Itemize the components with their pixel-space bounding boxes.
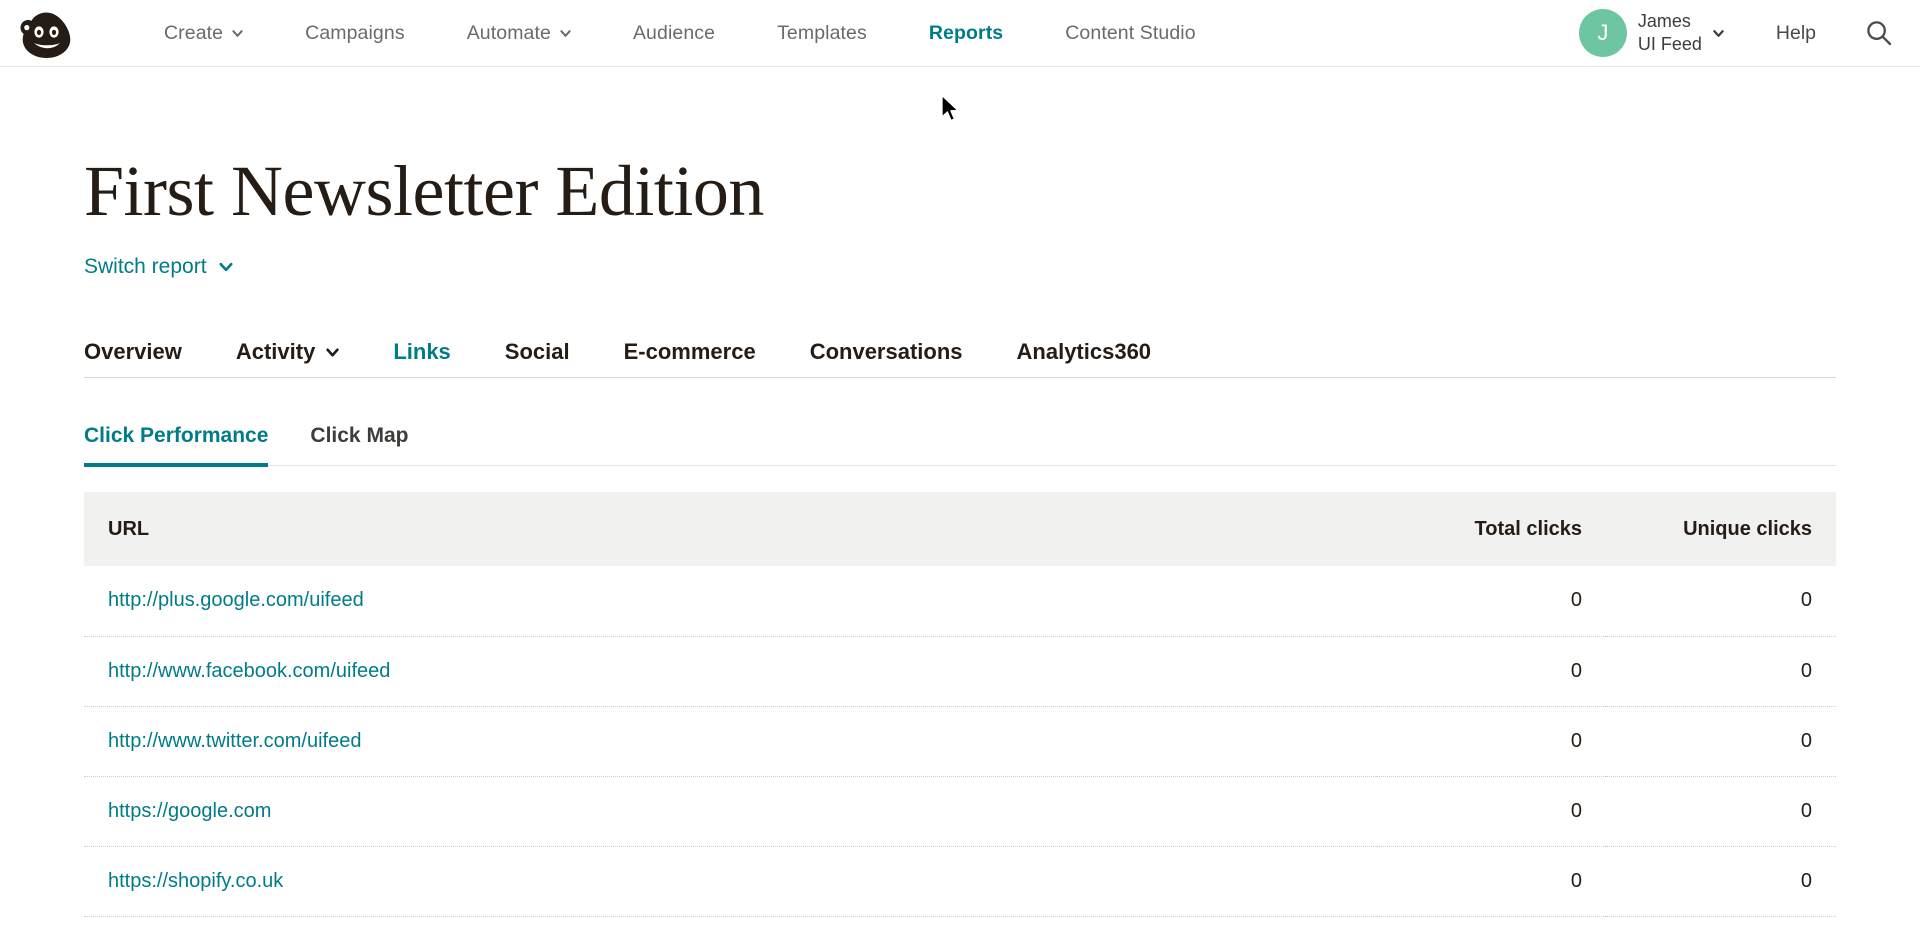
link-url[interactable]: http://www.twitter.com/uifeed bbox=[108, 730, 361, 752]
tab-label: Overview bbox=[84, 339, 182, 364]
subtab-label: Click Map bbox=[310, 424, 409, 447]
table-row: http://www.facebook.com/uifeed 0 0 bbox=[84, 636, 1836, 707]
table-row: http://www.twitter.com/uifeed 0 0 bbox=[84, 706, 1836, 777]
nav-item-automate[interactable]: Automate bbox=[436, 0, 602, 66]
user-name-block: James UI Feed bbox=[1638, 10, 1702, 56]
tab-analytics360[interactable]: Analytics360 bbox=[1017, 339, 1152, 365]
cell-unique-clicks: 0 bbox=[1606, 706, 1836, 777]
help-link[interactable]: Help bbox=[1776, 22, 1816, 45]
nav-item-label: Content Studio bbox=[1065, 21, 1196, 44]
search-icon[interactable] bbox=[1862, 16, 1896, 50]
tab-label: Social bbox=[504, 339, 570, 364]
page-title: First Newsletter Edition bbox=[84, 151, 764, 231]
cell-total-clicks: 0 bbox=[1376, 566, 1606, 637]
table-row: https://google.com 0 0 bbox=[84, 776, 1836, 847]
chevron-down-icon bbox=[326, 346, 340, 359]
switch-report-label: Switch report bbox=[84, 255, 207, 278]
column-header-total-clicks[interactable]: Total clicks bbox=[1376, 492, 1606, 566]
cell-unique-clicks: 0 bbox=[1606, 636, 1836, 707]
user-first-name: James bbox=[1637, 10, 1691, 31]
tab-e-commerce[interactable]: E-commerce bbox=[624, 339, 756, 365]
cell-url: http://plus.google.com/uifeed bbox=[84, 566, 1376, 637]
avatar-initial: J bbox=[1597, 20, 1609, 45]
tab-overview[interactable]: Overview bbox=[84, 339, 182, 365]
avatar: J bbox=[1578, 9, 1627, 57]
nav-item-campaigns[interactable]: Campaigns bbox=[274, 0, 436, 66]
table-header: URL Total clicks Unique clicks bbox=[84, 492, 1836, 566]
cell-url: http://www.twitter.com/uifeed bbox=[84, 706, 1376, 777]
cell-url: http://www.facebook.com/uifeed bbox=[84, 636, 1376, 707]
tab-activity[interactable]: Activity bbox=[235, 339, 340, 365]
nav-item-label: Automate bbox=[466, 21, 551, 44]
page-content: First Newsletter Edition Switch report O… bbox=[0, 155, 1920, 917]
tab-label: Links bbox=[393, 339, 451, 364]
link-url[interactable]: http://www.facebook.com/uifeed bbox=[108, 660, 390, 682]
nav-item-reports[interactable]: Reports bbox=[898, 0, 1034, 66]
nav-item-label: Campaigns bbox=[305, 21, 405, 44]
subtab-label: Click Performance bbox=[84, 424, 269, 447]
chevron-down-icon bbox=[560, 28, 571, 39]
cell-total-clicks: 0 bbox=[1376, 706, 1606, 777]
table-row: http://plus.google.com/uifeed 0 0 bbox=[84, 566, 1836, 637]
cell-unique-clicks: 0 bbox=[1606, 776, 1836, 847]
user-account-name: UI Feed bbox=[1637, 34, 1702, 54]
chevron-down-icon bbox=[1713, 28, 1724, 39]
link-url[interactable]: https://google.com bbox=[108, 800, 271, 822]
nav-item-label: Reports bbox=[928, 21, 1004, 44]
cell-total-clicks: 0 bbox=[1376, 846, 1606, 917]
nav-item-label: Audience bbox=[632, 21, 716, 44]
column-header-unique-clicks[interactable]: Unique clicks bbox=[1606, 492, 1836, 566]
user-account-menu[interactable]: J James UI Feed bbox=[1578, 9, 1724, 57]
tab-conversations[interactable]: Conversations bbox=[810, 339, 963, 365]
chevron-down-icon bbox=[232, 28, 243, 39]
subtab-click-performance[interactable]: Click Performance bbox=[84, 424, 269, 467]
tab-label: E-commerce bbox=[623, 339, 756, 364]
chevron-down-icon bbox=[219, 260, 233, 274]
nav-item-label: Create bbox=[164, 21, 224, 44]
primary-nav-items: Create Campaigns Automate Audience Templ… bbox=[133, 0, 1227, 66]
column-header-url[interactable]: URL bbox=[84, 492, 1376, 566]
tab-links[interactable]: Links bbox=[393, 339, 450, 365]
nav-item-content-studio[interactable]: Content Studio bbox=[1034, 0, 1226, 66]
table-row: https://shopify.co.uk 0 0 bbox=[84, 846, 1836, 917]
tab-label: Conversations bbox=[809, 339, 963, 364]
link-url[interactable]: http://plus.google.com/uifeed bbox=[108, 589, 364, 611]
cell-unique-clicks: 0 bbox=[1606, 846, 1836, 917]
mouse-cursor bbox=[941, 94, 959, 122]
table-body: http://plus.google.com/uifeed 0 0 http:/… bbox=[84, 566, 1836, 917]
tab-social[interactable]: Social bbox=[505, 339, 570, 365]
cell-url: https://google.com bbox=[84, 776, 1376, 847]
nav-item-audience[interactable]: Audience bbox=[602, 0, 746, 66]
report-tabs: Overview Activity Links Social E-commerc… bbox=[84, 339, 1836, 378]
links-sub-tabs: Click Performance Click Map bbox=[84, 424, 1836, 467]
tab-label: Activity bbox=[235, 339, 316, 364]
tab-label: Analytics360 bbox=[1016, 339, 1152, 364]
cell-total-clicks: 0 bbox=[1376, 636, 1606, 707]
subtab-click-map[interactable]: Click Map bbox=[310, 424, 408, 467]
cell-total-clicks: 0 bbox=[1376, 776, 1606, 847]
top-navigation-bar: Create Campaigns Automate Audience Templ… bbox=[0, 0, 1920, 67]
switch-report-dropdown[interactable]: Switch report bbox=[84, 255, 233, 279]
nav-item-templates[interactable]: Templates bbox=[746, 0, 898, 66]
table-header-row: URL Total clicks Unique clicks bbox=[84, 492, 1836, 566]
link-url[interactable]: https://shopify.co.uk bbox=[108, 870, 283, 892]
mailchimp-freddie-logo[interactable] bbox=[16, 5, 78, 61]
cell-url: https://shopify.co.uk bbox=[84, 846, 1376, 917]
nav-item-label: Templates bbox=[777, 21, 867, 44]
help-label: Help bbox=[1775, 21, 1816, 44]
nav-item-create[interactable]: Create bbox=[133, 0, 274, 66]
click-performance-table: URL Total clicks Unique clicks http://pl… bbox=[84, 492, 1836, 917]
cell-unique-clicks: 0 bbox=[1606, 566, 1836, 637]
top-nav-right-cluster: J James UI Feed Help bbox=[1562, 0, 1920, 66]
